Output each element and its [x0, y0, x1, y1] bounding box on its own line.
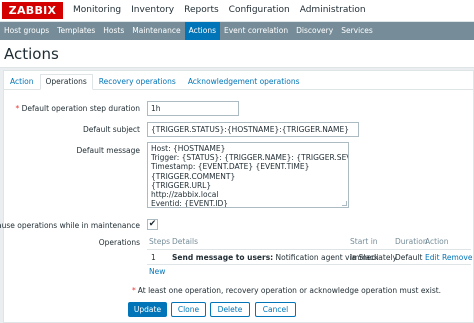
tab-acknowledgement-operations[interactable]: Acknowledgement operations [182, 74, 306, 90]
operation-edit-link[interactable]: Edit [425, 253, 440, 262]
clone-button[interactable]: Clone [171, 302, 206, 317]
pause-maintenance-label: Pause operations while in maintenance [0, 221, 140, 230]
new-operation-link[interactable]: New [149, 267, 165, 276]
sub-menu-actions[interactable]: Actions [184, 22, 220, 40]
sub-navigation-bar: Host groups Templates Hosts Maintenance … [0, 22, 474, 40]
step-duration-input[interactable]: 1h [147, 101, 239, 116]
update-button[interactable]: Update [128, 302, 167, 317]
pause-maintenance-checkbox[interactable]: ✔ [147, 219, 158, 230]
message-line: Trigger: {STATUS}: {TRIGGER.NAME}: {TRIG… [151, 153, 348, 163]
required-marker: * [132, 286, 136, 295]
sub-menu-host-groups[interactable]: Host groups [0, 22, 53, 40]
operation-details-type: Send message to users: [172, 253, 274, 262]
sub-menu-services[interactable]: Services [337, 22, 377, 40]
top-menu-monitoring[interactable]: Monitoring [68, 0, 126, 22]
page-header: Actions [0, 40, 474, 68]
message-line: Host: {HOSTNAME} [151, 144, 226, 153]
tab-action[interactable]: Action [4, 74, 40, 90]
action-form-panel: Action Operations Recovery operations Ac… [0, 70, 474, 323]
message-line: Eventid: {EVENT.ID} [151, 199, 229, 208]
zabbix-logo[interactable]: ZABBIX [2, 2, 63, 19]
operations-requirement-note: * At least one operation, recovery operat… [132, 286, 442, 295]
top-menu: Monitoring Inventory Reports Configurati… [68, 0, 371, 22]
message-line: Timestamp: {EVENT.DATE} {EVENT.TIME} [151, 162, 310, 172]
message-line: {TRIGGER.COMMENT} [151, 171, 236, 181]
column-header-details: Details [172, 237, 199, 246]
message-line: http://zabbix.local [151, 189, 219, 199]
sub-menu-hosts[interactable]: Hosts [99, 22, 128, 40]
default-message-label: Default message [76, 146, 141, 155]
top-menu-inventory[interactable]: Inventory [126, 0, 179, 22]
default-message-textarea[interactable]: Host: {HOSTNAME} Trigger: {STATUS}: {TRI… [147, 142, 349, 208]
operation-step-cell: 1 [151, 253, 156, 262]
step-duration-label: * Default operation step duration [15, 104, 141, 113]
sub-menu-discovery[interactable]: Discovery [292, 22, 337, 40]
default-subject-input[interactable]: {TRIGGER.STATUS}:{HOSTNAME}:{TRIGGER.NAM… [147, 122, 359, 137]
operation-duration-cell: Default [395, 253, 423, 262]
sub-menu-maintenance[interactable]: Maintenance [128, 22, 184, 40]
column-header-duration: Duration [395, 237, 428, 246]
column-header-steps: Steps [149, 237, 170, 246]
top-menu-reports[interactable]: Reports [179, 0, 224, 22]
table-divider [147, 249, 471, 250]
top-menu-administration[interactable]: Administration [295, 0, 371, 22]
required-marker: * [15, 104, 20, 113]
column-header-action: Action [425, 237, 449, 246]
column-header-start-in: Start in [350, 237, 378, 246]
resize-handle-icon[interactable] [342, 201, 347, 206]
delete-button[interactable]: Delete [210, 302, 250, 317]
cancel-button[interactable]: Cancel [255, 302, 296, 317]
page-title: Actions [4, 45, 59, 63]
operation-details-cell: Send message to users: Notification agen… [172, 253, 378, 262]
tab-recovery-operations[interactable]: Recovery operations [93, 74, 182, 90]
form-tabs: Action Operations Recovery operations Ac… [4, 74, 473, 90]
top-navigation-bar: ZABBIX Monitoring Inventory Reports Conf… [0, 0, 474, 22]
default-subject-label: Default subject [83, 125, 140, 134]
top-menu-configuration[interactable]: Configuration [224, 0, 295, 22]
tab-operations[interactable]: Operations [39, 74, 93, 90]
table-divider [147, 264, 471, 265]
operation-start-in-cell: Immediately [350, 253, 397, 262]
operations-label: Operations [98, 238, 140, 247]
message-line: {TRIGGER.URL} [151, 180, 212, 190]
operation-remove-link[interactable]: Remove [442, 253, 472, 262]
sub-menu-templates[interactable]: Templates [53, 22, 99, 40]
sub-menu-event-correlation[interactable]: Event correlation [220, 22, 292, 40]
